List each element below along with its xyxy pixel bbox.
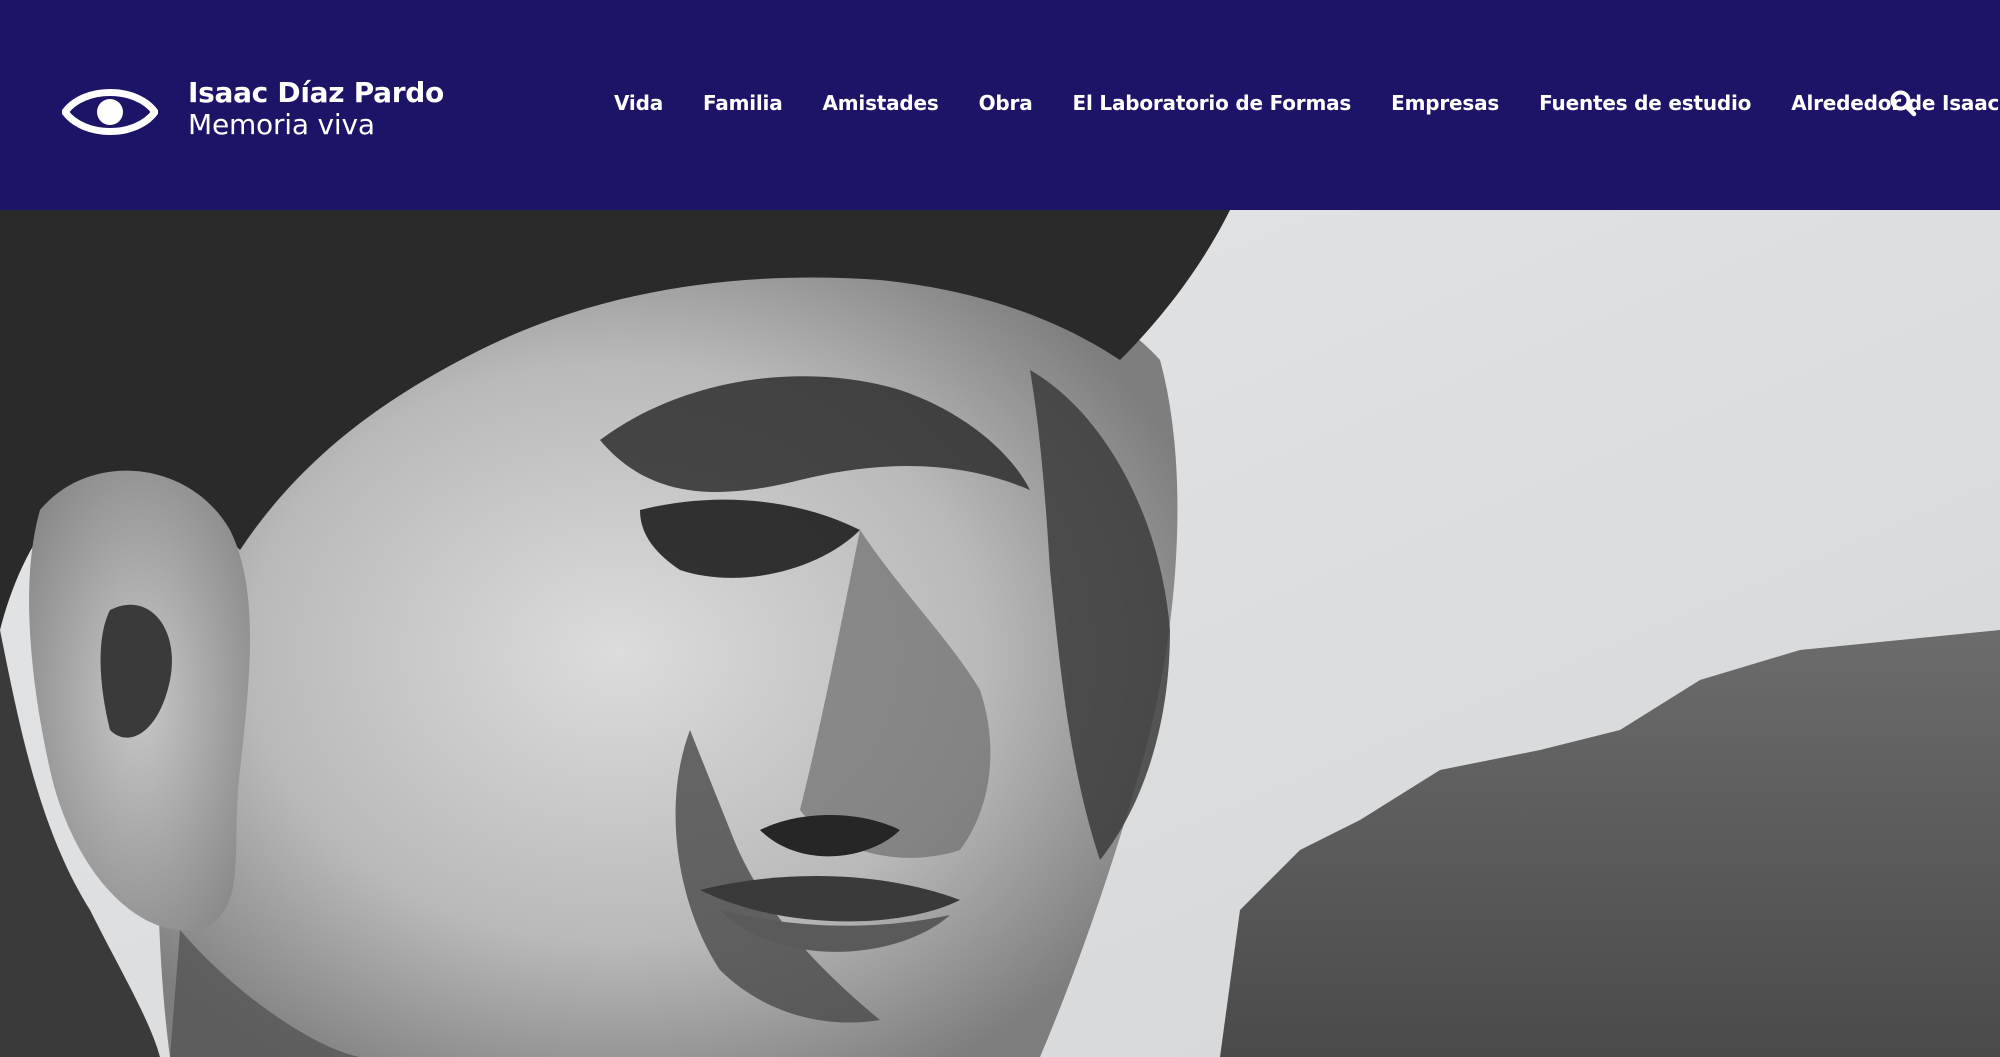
nav-item-vida[interactable]: Vida <box>614 90 663 116</box>
nav-item-familia[interactable]: Familia <box>703 90 783 116</box>
search-icon <box>1890 90 1917 117</box>
nav-item-obra[interactable]: Obra <box>979 90 1033 116</box>
main-navigation: Vida Familia Amistades Obra El Laborator… <box>614 90 1999 116</box>
nav-item-fuentes-de-estudio[interactable]: Fuentes de estudio <box>1539 90 1751 116</box>
eye-icon <box>62 89 158 135</box>
hero-section <box>0 210 2000 1057</box>
nav-item-empresas[interactable]: Empresas <box>1391 90 1499 116</box>
brand-text: Isaac Díaz Pardo Memoria viva <box>188 76 444 140</box>
nav-item-laboratorio-de-formas[interactable]: El Laboratorio de Formas <box>1073 90 1352 116</box>
brand-home-link[interactable]: Isaac Díaz Pardo Memoria viva <box>62 76 444 142</box>
nav-item-amistades[interactable]: Amistades <box>823 90 939 116</box>
site-title: Isaac Díaz Pardo <box>188 76 444 109</box>
hero-portrait-photo <box>0 210 2000 1057</box>
site-header: Isaac Díaz Pardo Memoria viva Vida Famil… <box>0 0 2000 210</box>
search-button[interactable] <box>1888 88 1918 118</box>
site-subtitle: Memoria viva <box>188 108 375 141</box>
